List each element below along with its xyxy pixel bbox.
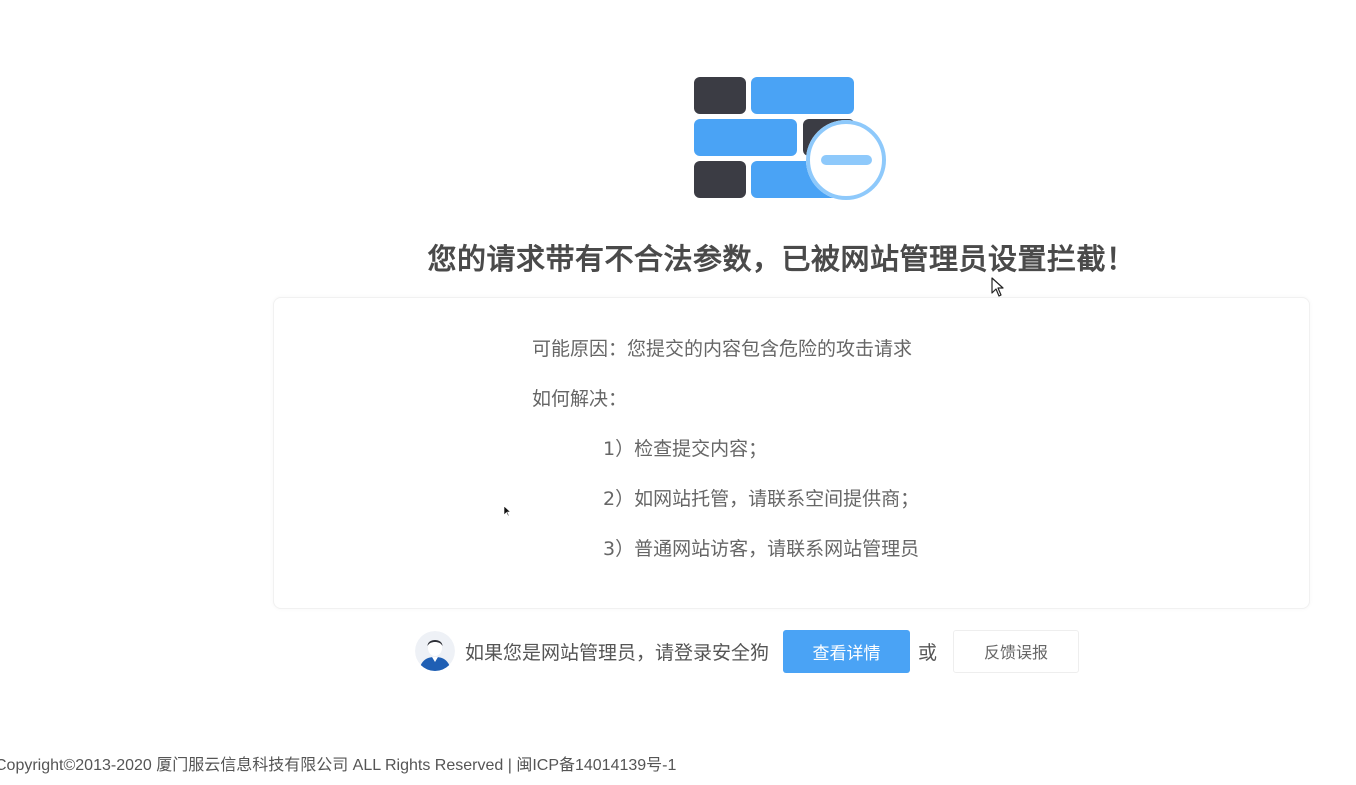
- admin-avatar-icon: [415, 631, 455, 671]
- solution-step-3: 3）普通网站访客，请联系网站管理员: [603, 538, 920, 560]
- view-details-button[interactable]: 查看详情: [783, 629, 911, 673]
- block-page: 您的请求带有不合法参数，已被网站管理员设置拦截！ 可能原因：您提交的内容包含危险…: [0, 0, 1356, 785]
- firewall-brick-icon: [694, 77, 886, 200]
- solution-step-1: 1）检查提交内容；: [603, 438, 768, 460]
- solution-step-2: 2）如网站托管，请联系空间提供商；: [603, 488, 920, 510]
- page-title: 您的请求带有不合法参数，已被网站管理员设置拦截！: [427, 242, 1136, 276]
- footer-copyright: Copyright©2013-2020 厦门服云信息科技有限公司 ALL Rig…: [0, 757, 677, 774]
- solution-label: 如何解决：: [532, 388, 628, 410]
- report-false-positive-button[interactable]: 反馈误报: [953, 629, 1080, 673]
- admin-prompt: 如果您是网站管理员，请登录安全狗: [465, 641, 770, 664]
- or-separator: 或: [918, 641, 938, 664]
- mouse-pointer-small-icon: [503, 505, 511, 517]
- reason-text: 您提交的内容包含危险的攻击请求: [627, 338, 913, 360]
- mouse-pointer-icon: [991, 277, 1004, 297]
- admin-action-row: 如果您是网站管理员，请登录安全狗 查看详情 或 反馈误报: [415, 629, 1080, 673]
- reason-line: 可能原因：您提交的内容包含危险的攻击请求: [532, 334, 912, 361]
- reason-label: 可能原因：: [532, 338, 628, 360]
